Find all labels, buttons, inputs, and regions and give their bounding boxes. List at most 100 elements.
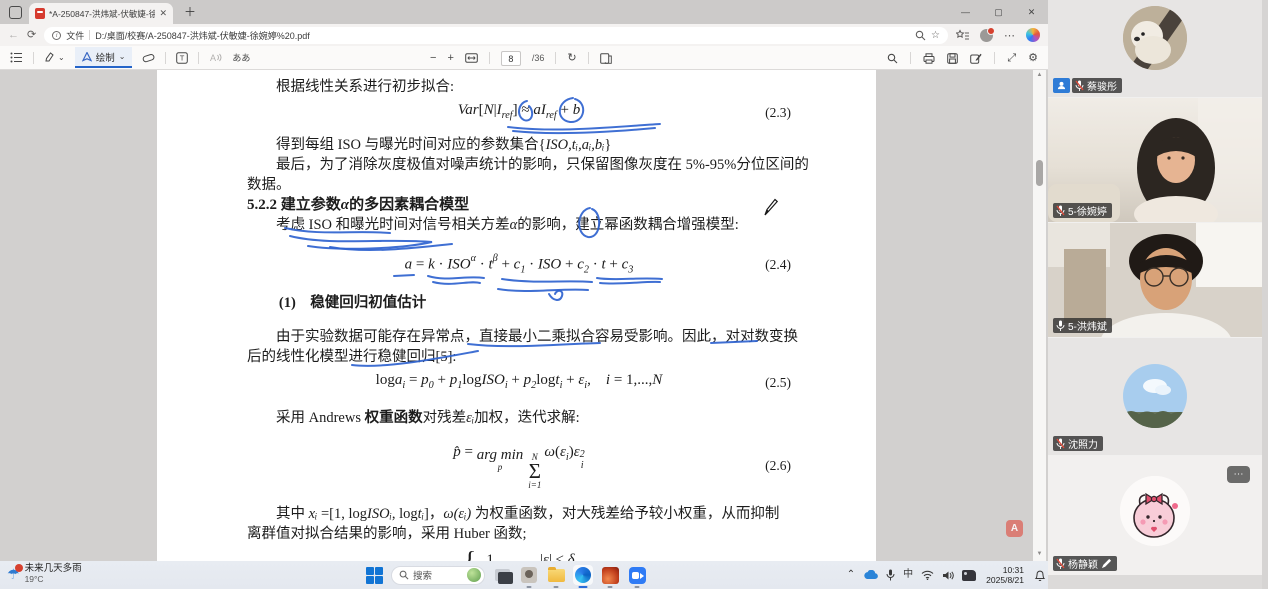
favorites-bar-icon[interactable] bbox=[956, 29, 969, 41]
task-view-button[interactable] bbox=[492, 565, 512, 585]
mic-on-icon bbox=[1056, 320, 1065, 332]
meeting-app-button[interactable] bbox=[627, 565, 647, 585]
page-view-icon[interactable] bbox=[600, 53, 612, 64]
divider bbox=[588, 52, 589, 64]
acrobat-extension-icon[interactable]: A bbox=[1006, 520, 1023, 537]
favorite-star-icon[interactable]: ☆ bbox=[931, 30, 940, 41]
zoom-out-icon[interactable]: − bbox=[430, 53, 436, 64]
rotate-icon[interactable]: ↻ bbox=[567, 53, 576, 64]
edge-browser-button[interactable] bbox=[573, 565, 593, 585]
highlighter-tool[interactable]: ⌄ bbox=[44, 52, 65, 63]
mic-muted-icon bbox=[1075, 80, 1084, 92]
save-icon[interactable] bbox=[947, 53, 958, 64]
participant-name: 杨静颖 bbox=[1068, 556, 1098, 571]
page-number-input[interactable]: 8 bbox=[501, 51, 521, 66]
info-icon[interactable]: i bbox=[52, 31, 61, 40]
scrollbar-thumb[interactable] bbox=[1036, 160, 1043, 186]
photos-app-button[interactable] bbox=[519, 565, 539, 585]
mic-muted-icon bbox=[1056, 558, 1065, 570]
eraser-icon[interactable] bbox=[142, 52, 155, 63]
participant-name: 蔡骏彤 bbox=[1087, 78, 1117, 93]
participant-tile[interactable]: 沈照力 bbox=[1048, 338, 1262, 455]
text-size-tool[interactable]: ああ bbox=[232, 51, 250, 64]
tray-app-icon[interactable] bbox=[962, 570, 976, 581]
document-line: 后的线性化模型进行稳健回归[5]: bbox=[247, 347, 791, 367]
participant-name-badge: 5-徐婉婷 bbox=[1053, 203, 1112, 218]
new-tab-button[interactable]: ＋ bbox=[184, 6, 196, 18]
wifi-icon[interactable] bbox=[921, 570, 934, 580]
meeting-sidebar: 蔡骏彤 5-徐婉婷 bbox=[1048, 0, 1268, 589]
ime-indicator[interactable]: 中 bbox=[903, 570, 913, 580]
pdf-viewer: 根据线性关系进行初步拟合: Var[N|Iref] ≈ aIref + b(2.3… bbox=[0, 70, 1048, 561]
back-icon[interactable]: ← bbox=[8, 30, 19, 41]
save-as-icon[interactable] bbox=[970, 53, 982, 64]
url-text[interactable]: D:/桌面/校赛/A-250847-洪炜斌-伏敏婕-徐婉婷%20.pdf bbox=[95, 29, 910, 42]
draw-tool-button[interactable]: 绘制 ⌄ bbox=[75, 47, 133, 68]
participant-tile[interactable]: 蔡骏彤 bbox=[1048, 0, 1262, 97]
screen: *A-250847-洪炜斌-伏敏婕-徐婉… ✕ ＋ — ▢ ✕ ← ⟳ i 文件… bbox=[0, 0, 1268, 589]
host-badge-icon bbox=[1053, 78, 1070, 93]
matlab-button[interactable] bbox=[600, 565, 620, 585]
profile-avatar[interactable] bbox=[980, 29, 993, 42]
start-button[interactable] bbox=[364, 565, 384, 585]
file-scheme-label: 文件 bbox=[66, 29, 84, 42]
scroll-down-icon[interactable]: ▼ bbox=[1033, 551, 1046, 557]
weather-widget[interactable]: ☂ 未来几天多雨 19°C bbox=[7, 563, 82, 585]
search-input[interactable]: 搜索 bbox=[391, 566, 485, 585]
search-icon[interactable] bbox=[887, 53, 898, 64]
svg-text:A: A bbox=[210, 53, 216, 63]
tab-bar: *A-250847-洪炜斌-伏敏婕-徐婉… ✕ ＋ — ▢ ✕ bbox=[0, 0, 1048, 24]
zoom-page-icon[interactable] bbox=[915, 30, 926, 41]
participant-tile[interactable]: ⋯ 杨静颖 bbox=[1048, 456, 1262, 575]
fit-width-icon[interactable] bbox=[465, 53, 478, 63]
settings-gear-icon[interactable]: ⚙ bbox=[1028, 53, 1038, 64]
clock[interactable]: 10:31 2025/8/21 bbox=[986, 565, 1024, 585]
toc-icon[interactable] bbox=[10, 52, 23, 63]
print-icon[interactable] bbox=[923, 53, 935, 64]
document-content: 根据线性关系进行初步拟合: Var[N|Iref] ≈ aIref + b(2.3… bbox=[157, 70, 876, 561]
document-line: 考虑 ISO 和曝光时间对信号相关方差α的影响，建立幂函数耦合增强模型: bbox=[247, 215, 791, 235]
search-placeholder: 搜索 bbox=[413, 568, 463, 582]
zoom-in-icon[interactable]: + bbox=[447, 53, 453, 64]
notification-bell-icon[interactable] bbox=[1034, 569, 1046, 582]
divider bbox=[33, 52, 34, 64]
refresh-icon[interactable]: ⟳ bbox=[27, 30, 36, 41]
participant-name: 5-洪炜斌 bbox=[1068, 318, 1107, 333]
add-text-icon[interactable]: T bbox=[176, 52, 188, 64]
close-button[interactable]: ✕ bbox=[1015, 7, 1048, 18]
participant-name-badge: 沈照力 bbox=[1053, 436, 1103, 451]
document-heading: 5.2.2 建立参数α的多因素耦合模型 bbox=[247, 195, 791, 215]
scrollbar[interactable]: ▲ ▼ bbox=[1033, 70, 1046, 561]
tab-active[interactable]: *A-250847-洪炜斌-伏敏婕-徐婉… ✕ bbox=[29, 3, 173, 24]
weather-temp: 19°C bbox=[25, 574, 82, 584]
divider bbox=[910, 52, 911, 64]
participant-tile[interactable]: 5-洪炜斌 bbox=[1048, 223, 1262, 337]
formula-f24: a = k · ISOα · tβ + c1 · ISO + c2 · t + … bbox=[247, 249, 791, 281]
workspace-icon[interactable] bbox=[9, 6, 22, 19]
sidebar-footer bbox=[1048, 575, 1262, 589]
url-field[interactable]: i 文件 D:/桌面/校赛/A-250847-洪炜斌-伏敏婕-徐婉婷%20.pd… bbox=[44, 27, 948, 44]
microphone-tray-icon[interactable] bbox=[886, 569, 895, 581]
browser-menu-icon[interactable]: ⋯ bbox=[1004, 29, 1015, 42]
copilot-icon[interactable] bbox=[1026, 28, 1040, 42]
volume-icon[interactable] bbox=[942, 570, 954, 581]
highlighter-icon bbox=[44, 52, 55, 63]
file-explorer-button[interactable] bbox=[546, 565, 566, 585]
tile-more-menu[interactable]: ⋯ bbox=[1227, 466, 1250, 483]
tray-expand-icon[interactable]: ⌃ bbox=[847, 570, 855, 580]
document-heading: (1) 稳健回归初值估计 bbox=[247, 293, 791, 313]
formula-f23: Var[N|Iref] ≈ aIref + b(2.3) bbox=[247, 100, 791, 126]
tab-close-icon[interactable]: ✕ bbox=[159, 9, 167, 18]
read-aloud-icon[interactable]: A bbox=[209, 52, 222, 63]
restore-button[interactable]: ▢ bbox=[982, 7, 1015, 18]
divider bbox=[165, 52, 166, 64]
minimize-button[interactable]: — bbox=[949, 7, 982, 17]
participant-tile[interactable]: 5-徐婉婷 bbox=[1048, 98, 1262, 222]
participant-name: 5-徐婉婷 bbox=[1068, 203, 1107, 218]
document-line: 根据线性关系进行初步拟合: bbox=[247, 77, 791, 97]
fullscreen-icon[interactable]: ⤢ bbox=[1007, 53, 1016, 64]
annotating-pen-icon bbox=[1101, 558, 1112, 569]
browser-window: *A-250847-洪炜斌-伏敏婕-徐婉… ✕ ＋ — ▢ ✕ ← ⟳ i 文件… bbox=[0, 0, 1048, 561]
onedrive-icon[interactable] bbox=[863, 570, 878, 580]
scroll-up-icon[interactable]: ▲ bbox=[1033, 72, 1046, 78]
